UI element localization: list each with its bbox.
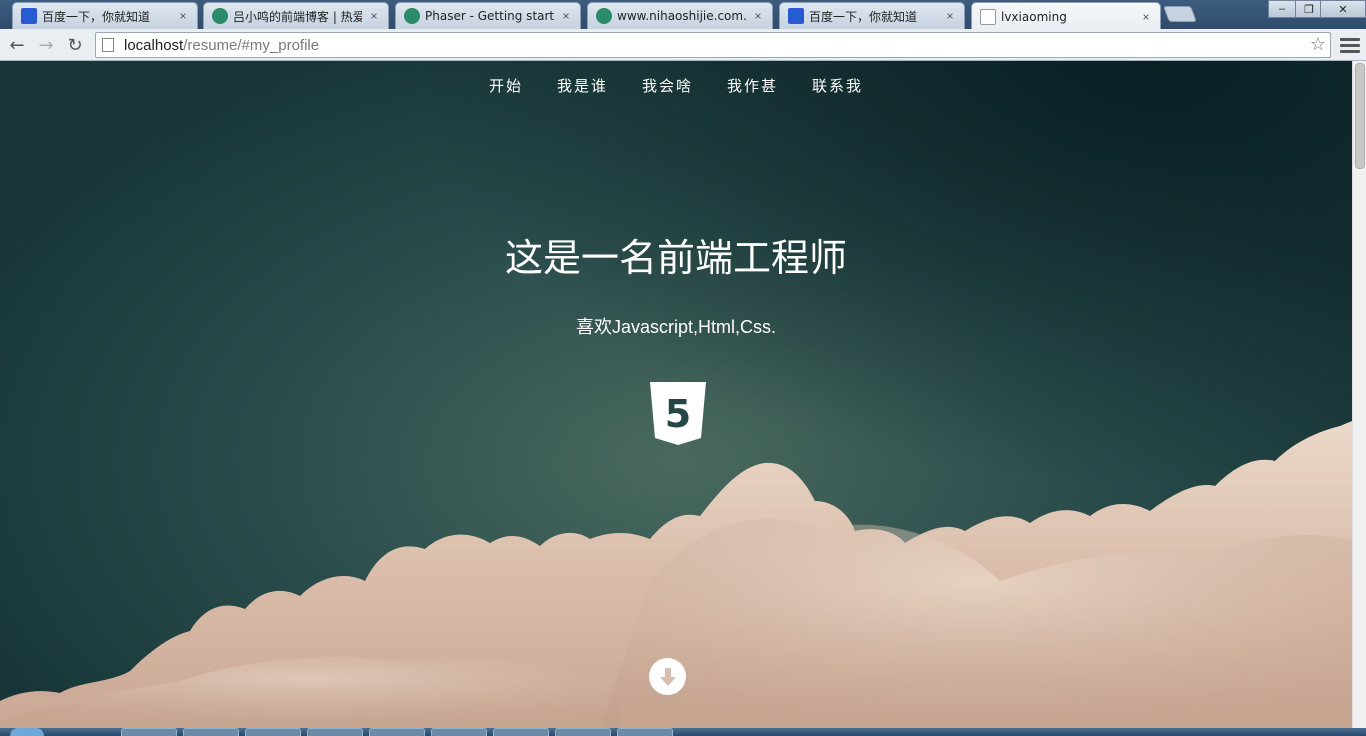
document-icon xyxy=(980,8,996,25)
tab-close-icon[interactable]: × xyxy=(177,9,189,23)
maximize-button[interactable]: ❐ xyxy=(1295,0,1323,18)
tab-close-icon[interactable]: × xyxy=(752,9,764,23)
browser-toolbar: ← → ↻ localhost/resume/#my_profile ☆ xyxy=(0,29,1366,61)
browser-tab-strip: 🐾 百度一下，你就知道 × 吕小鸣的前端博客 | 热爱编 × Phaser - … xyxy=(0,0,1366,30)
nav-link-contact[interactable]: 联系我 xyxy=(795,75,880,96)
forward-arrow-icon[interactable]: → xyxy=(34,33,58,57)
hero-title: 这是一名前端工程师 xyxy=(504,236,847,280)
taskbar-item[interactable] xyxy=(431,728,487,736)
tab-title: 百度一下，你就知道 xyxy=(809,9,918,24)
page-icon xyxy=(102,38,114,52)
tab-title: Phaser - Getting started xyxy=(425,9,554,23)
browser-tab[interactable]: Phaser - Getting started × xyxy=(395,2,581,29)
scrollbar-thumb[interactable] xyxy=(1355,63,1365,169)
avatar-icon xyxy=(404,8,420,24)
tab-title: lvxiaoming xyxy=(1001,9,1067,24)
browser-tab[interactable]: 🐾 百度一下，你就知道 × xyxy=(12,2,198,29)
nav-link-start[interactable]: 开始 xyxy=(472,75,540,96)
tab-close-icon[interactable]: × xyxy=(368,9,380,23)
tab-close-icon[interactable]: × xyxy=(944,9,956,23)
taskbar-item[interactable] xyxy=(183,728,239,736)
browser-tab[interactable]: www.nihaoshijie.com.cn/ × xyxy=(587,2,773,29)
taskbar-item[interactable] xyxy=(555,728,611,736)
url-path: /resume/#my_profile xyxy=(183,36,320,54)
browser-menu-icon[interactable] xyxy=(1340,34,1360,56)
top-nav: 开始 我是谁 我会啥 我作甚 联系我 xyxy=(0,75,1352,96)
tab-close-icon[interactable]: × xyxy=(1140,10,1152,24)
tab-title: www.nihaoshijie.com.cn/ xyxy=(617,9,746,23)
avatar-icon xyxy=(596,8,612,24)
taskbar-item[interactable] xyxy=(307,728,363,736)
taskbar-item[interactable] xyxy=(245,728,301,736)
baidu-paw-icon: 🐾 xyxy=(21,8,37,24)
start-button[interactable] xyxy=(10,728,44,736)
bookmark-star-icon[interactable]: ☆ xyxy=(1310,34,1326,55)
taskbar-item[interactable] xyxy=(493,728,549,736)
nav-link-about[interactable]: 我是谁 xyxy=(540,75,625,96)
new-tab-button[interactable] xyxy=(1163,6,1197,22)
nav-link-works[interactable]: 我作甚 xyxy=(710,75,795,96)
browser-tab[interactable]: 🐾 百度一下，你就知道 × xyxy=(779,2,965,29)
taskbar-item[interactable] xyxy=(617,728,673,736)
scroll-down-button[interactable] xyxy=(649,658,686,695)
hero-subtitle: 喜欢Javascript,Html,Css. xyxy=(575,317,777,337)
reload-icon[interactable]: ↻ xyxy=(63,33,87,57)
tab-close-icon[interactable]: × xyxy=(560,9,572,23)
baidu-paw-icon: 🐾 xyxy=(788,8,804,24)
arrow-down-icon xyxy=(659,667,676,686)
html5-badge-number: 5 xyxy=(665,392,691,436)
url-host: localhost xyxy=(124,36,184,54)
browser-tab-active[interactable]: lvxiaoming × xyxy=(971,2,1161,30)
page-scrollbar[interactable] xyxy=(1352,61,1366,728)
close-window-button[interactable]: ✕ xyxy=(1320,0,1366,18)
tab-title: 吕小鸣的前端博客 | 热爱编 xyxy=(233,9,362,24)
avatar-icon xyxy=(212,8,228,24)
browser-tab[interactable]: 吕小鸣的前端博客 | 热爱编 × xyxy=(203,2,389,29)
resume-page: 开始 我是谁 我会啥 我作甚 联系我 这是一名前端工程师 喜欢Javascrip… xyxy=(0,61,1352,728)
html5-logo-icon: 5 xyxy=(650,382,706,445)
os-taskbar xyxy=(0,728,1366,736)
tab-title: 百度一下，你就知道 xyxy=(42,9,151,24)
back-arrow-icon[interactable]: ← xyxy=(5,33,29,57)
minimize-button[interactable]: – xyxy=(1268,0,1296,18)
taskbar-item[interactable] xyxy=(369,728,425,736)
taskbar-item[interactable] xyxy=(121,728,177,736)
nav-link-skills[interactable]: 我会啥 xyxy=(625,75,710,96)
address-bar[interactable]: localhost/resume/#my_profile ☆ xyxy=(95,32,1331,58)
